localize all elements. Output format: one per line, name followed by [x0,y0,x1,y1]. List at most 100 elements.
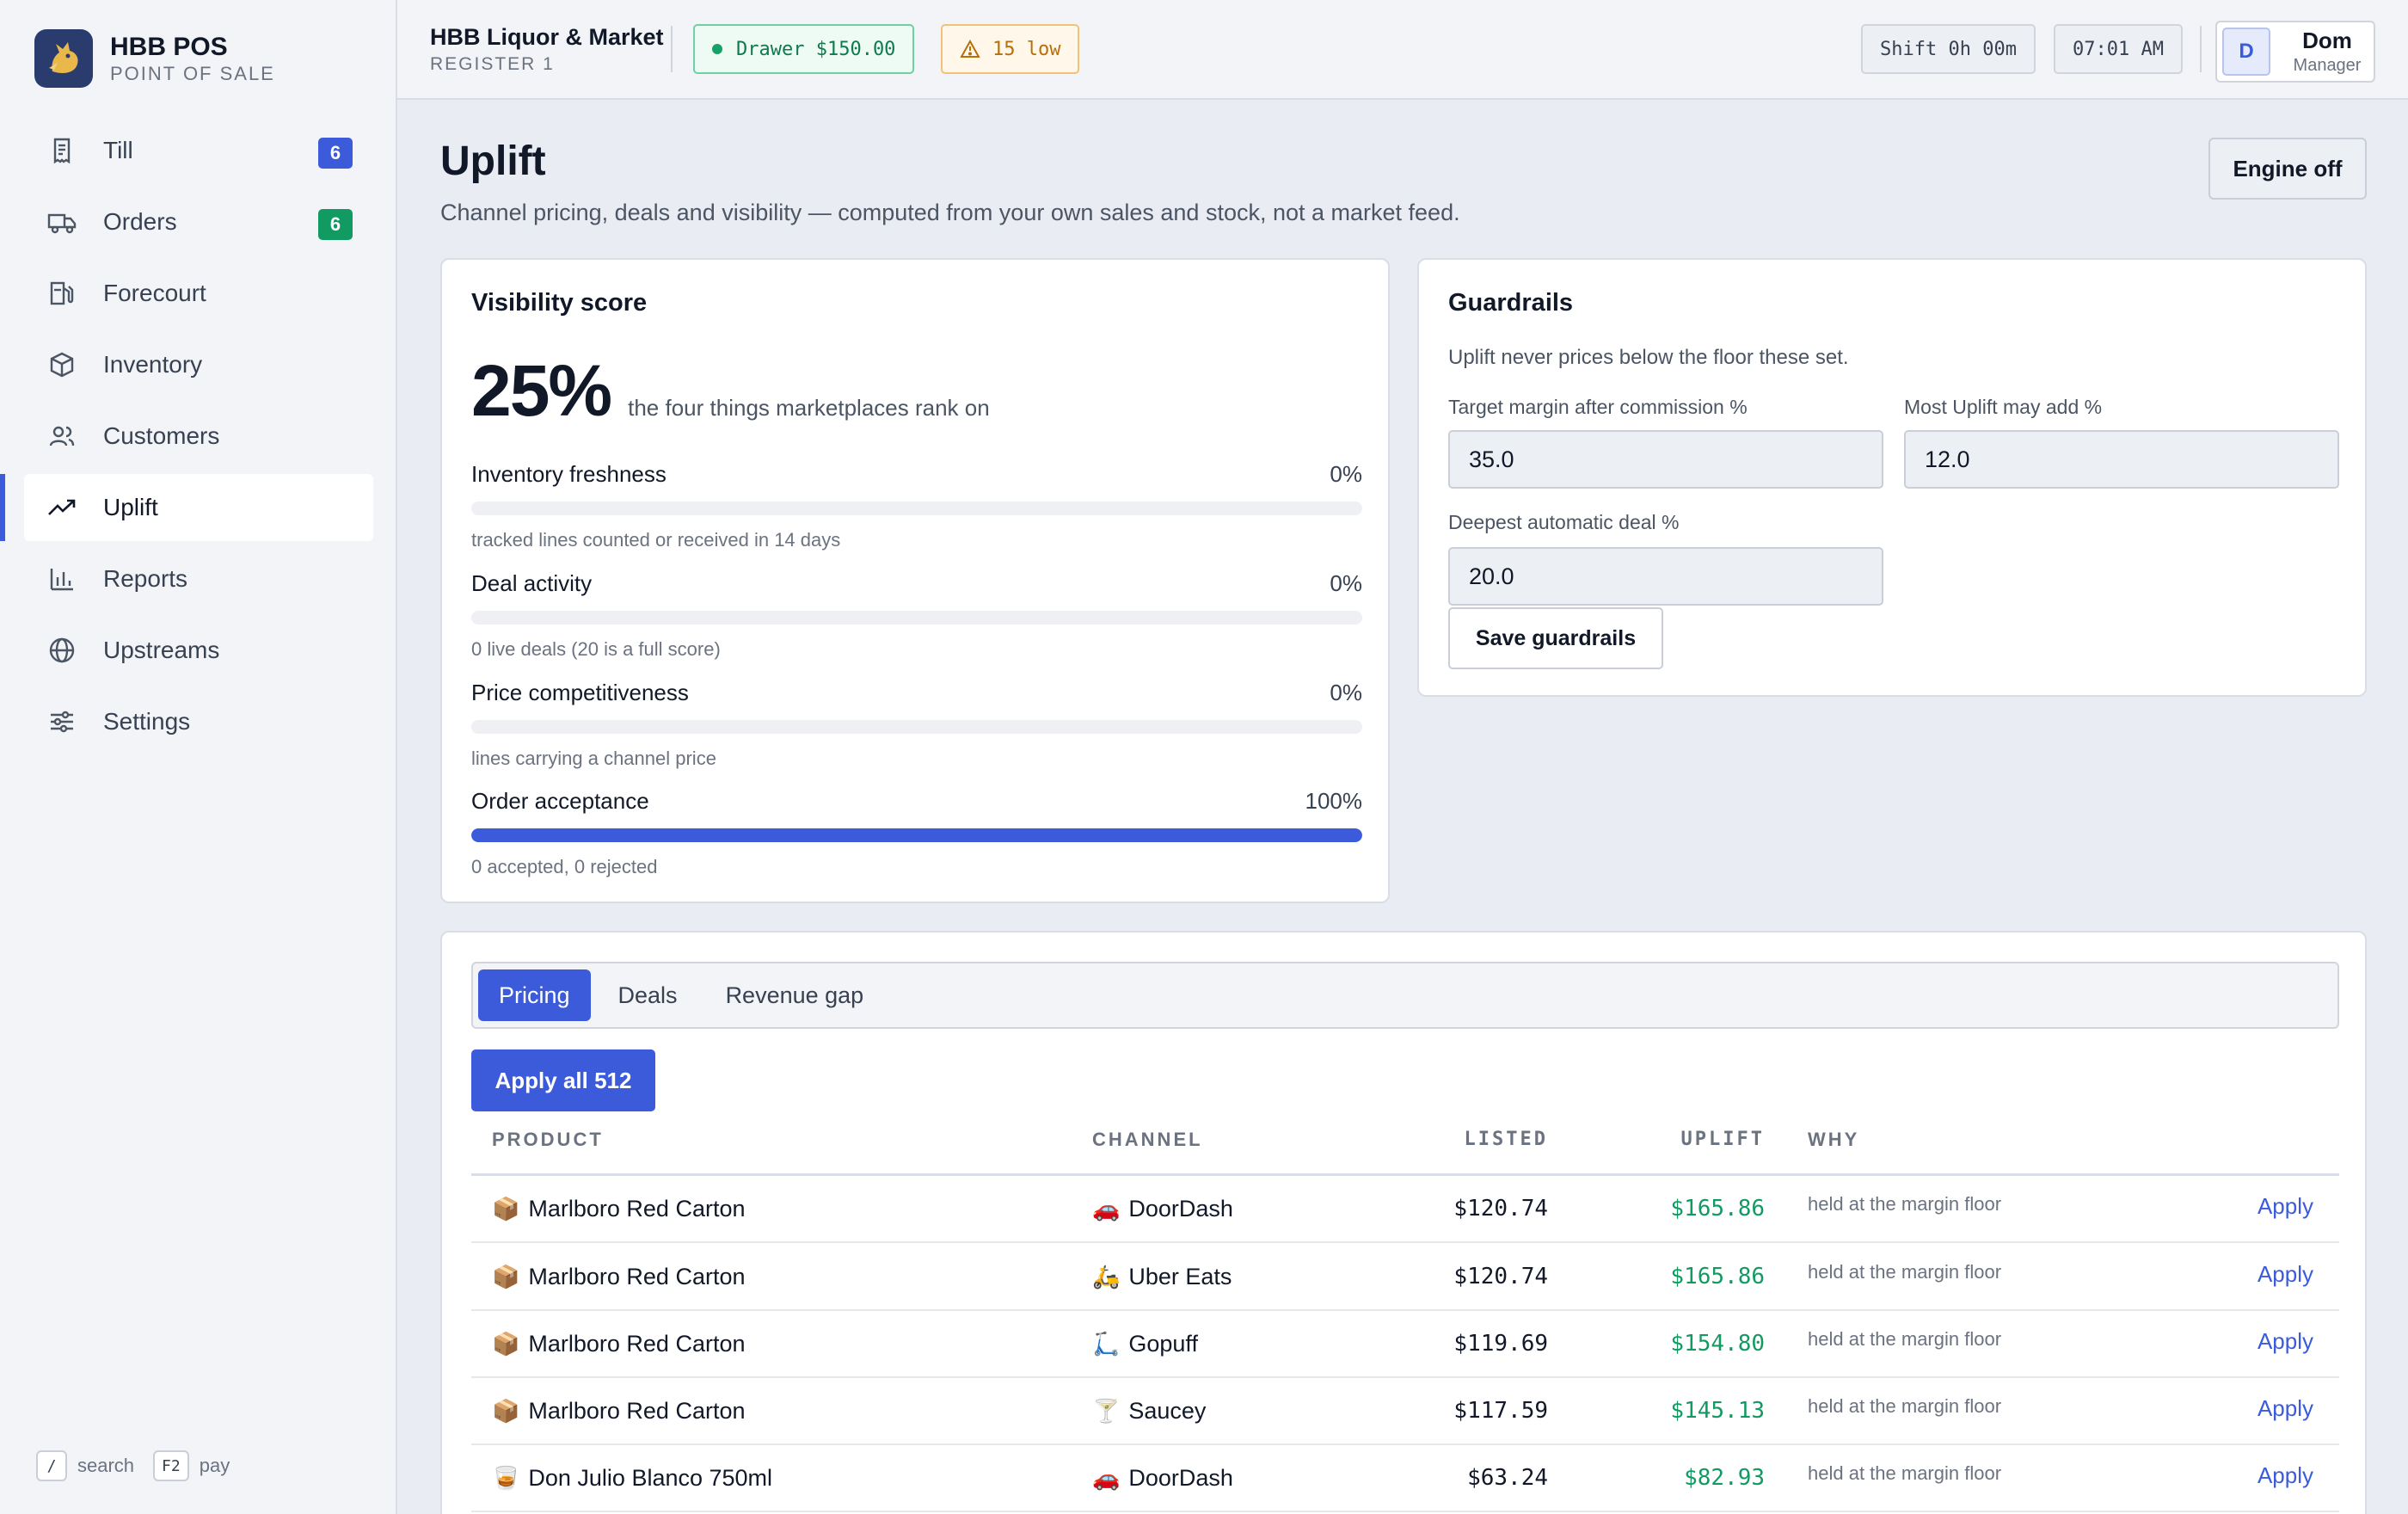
max-uplift-field[interactable] [1904,430,2339,489]
engine-toggle-button[interactable]: Engine off [2208,138,2367,200]
table-row: 📦 Marlboro Red Carton 🛵 Uber Eats $120.74 … [471,1244,2339,1311]
store-info: HBB Liquor & Market REGISTER 1 [430,24,664,75]
channel-name: Gopuff [1128,1330,1198,1357]
product-icon: 📦 [492,1397,520,1424]
sidebar-item-label: Inventory [103,351,203,378]
pay-hotkey-label: pay [199,1455,230,1476]
metric-note: lines carrying a channel price [471,748,716,769]
sidebar-item-forecourt[interactable]: Forecourt [24,260,373,327]
visibility-score-caption: the four things marketplaces rank on [628,395,990,421]
uplift-price: $165.86 [1670,1264,1765,1289]
brand: HBB POS POINT OF SALE [34,29,275,88]
apply-all-button[interactable]: Apply all 512 [471,1049,655,1111]
low-stock-count: 15 low [992,38,1061,60]
sidebar-item-settings[interactable]: Settings [24,688,373,755]
channel-icon: 🍸 [1092,1397,1121,1424]
divider [2200,26,2202,72]
table-row: 🥃 Don Julio Blanco 750ml 🚗 DoorDash $63.24… [471,1445,2339,1512]
product-icon: 📦 [492,1263,520,1289]
sidebar: HBB POS POINT OF SALE Till 6 Orders 6 Fo… [0,0,397,1514]
status-dot-icon [712,44,722,54]
why-note: held at the margin floor [1808,1261,2002,1283]
brand-name: HBB POS [110,33,228,61]
save-guardrails-button[interactable]: Save guardrails [1448,607,1663,669]
page-title: Uplift [440,138,546,184]
product-cell: 🥃 Don Julio Blanco 750ml [492,1445,772,1511]
channel-name: Saucey [1128,1397,1207,1424]
column-header-channel: CHANNEL [1092,1129,1203,1150]
apply-link[interactable]: Apply [2258,1462,2313,1489]
metric-label: Deal activity [471,570,593,596]
column-header-uplift: UPLIFT [1680,1129,1765,1150]
target-margin-label: Target margin after commission % [1448,396,1748,418]
listed-price: $63.24 [1467,1465,1548,1491]
sidebar-item-reports[interactable]: Reports [24,545,373,612]
globe-icon [46,635,77,666]
search-hotkey: / [36,1450,67,1481]
target-margin-field[interactable] [1448,430,1883,489]
channel-cell: 🛴 Gopuff [1092,1311,1198,1376]
divider [671,26,673,72]
guardrails-card: Guardrails Uplift never prices below the… [1417,258,2367,697]
brand-logo [34,29,93,88]
product-name: Marlboro Red Carton [528,1330,746,1357]
listed-price: $120.74 [1453,1264,1548,1289]
why-note: held at the margin floor [1808,1462,2002,1484]
deepest-deal-label: Deepest automatic deal % [1448,511,1680,533]
page-subtitle: Channel pricing, deals and visibility — … [440,200,1460,225]
tab-deals[interactable]: Deals [598,969,698,1021]
product-cell: 📦 Marlboro Red Carton [492,1378,746,1443]
metric-label: Price competitiveness [471,680,689,705]
users-icon [46,421,77,452]
warning-icon [960,40,980,58]
tab-pricing[interactable]: Pricing [478,969,591,1021]
card-title: Guardrails [1448,289,1574,317]
apply-link[interactable]: Apply [2258,1261,2313,1288]
uplift-price: $82.93 [1684,1465,1765,1491]
channel-cell: 🛵 Uber Eats [1092,1244,1232,1309]
sidebar-item-customers[interactable]: Customers [24,403,373,470]
table-row: 📦 Marlboro Red Carton 🍸 Saucey $117.59 $14… [471,1378,2339,1445]
product-name: Marlboro Red Carton [528,1397,746,1424]
channel-cell: 🚗 DoorDash [1092,1445,1233,1511]
deepest-deal-field[interactable] [1448,547,1883,606]
sidebar-item-label: Forecourt [103,280,206,306]
shift-timer: Shift 0h 00m [1861,24,2036,74]
store-name: HBB Liquor & Market [430,24,664,50]
product-icon: 🥃 [492,1464,520,1491]
low-stock-chip[interactable]: 15 low [941,24,1080,74]
metric-percent: 0% [1330,570,1362,596]
metric-label: Order acceptance [471,788,649,814]
sidebar-item-upstreams[interactable]: Upstreams [24,617,373,684]
sidebar-item-inventory[interactable]: Inventory [24,331,373,398]
product-cell: 📦 Marlboro Red Carton [492,1244,746,1309]
sidebar-item-orders[interactable]: Orders 6 [24,188,373,255]
register-label: REGISTER 1 [430,54,555,74]
card-title: Visibility score [471,289,648,317]
metric-percent: 0% [1330,680,1362,705]
progress-bar [471,502,1362,515]
drawer-status-chip[interactable]: Drawer $150.00 [693,24,915,74]
clock: 07:01 AM [2054,24,2183,74]
tab-revenue-gap[interactable]: Revenue gap [705,969,885,1021]
progress-fill [471,828,1362,842]
visibility-score-value: 25% [471,350,612,431]
channel-name: Uber Eats [1128,1263,1232,1289]
apply-link[interactable]: Apply [2258,1328,2313,1355]
sidebar-item-uplift[interactable]: Uplift [0,474,373,541]
sidebar-item-label: Orders [103,208,177,235]
progress-bar [471,828,1362,842]
apply-link[interactable]: Apply [2258,1395,2313,1422]
channel-icon: 🛴 [1092,1330,1121,1357]
metric-order-acceptance: Order acceptance 100% 0 accepted, 0 reje… [471,788,1362,878]
user-menu[interactable]: D Dom Manager [2215,21,2375,83]
metric-percent: 100% [1305,788,1363,814]
metric-note: tracked lines counted or received in 14 … [471,529,841,551]
metric-price-competitiveness: Price competitiveness 0% lines carrying … [471,680,1362,770]
uplift-price: $154.80 [1670,1331,1765,1357]
pricing-card: Pricing Deals Revenue gap Apply all 512 … [440,931,2367,1514]
apply-link[interactable]: Apply [2258,1193,2313,1220]
sidebar-item-till[interactable]: Till 6 [24,117,373,184]
channel-name: DoorDash [1128,1195,1233,1222]
pay-hotkey: F2 [153,1450,189,1481]
